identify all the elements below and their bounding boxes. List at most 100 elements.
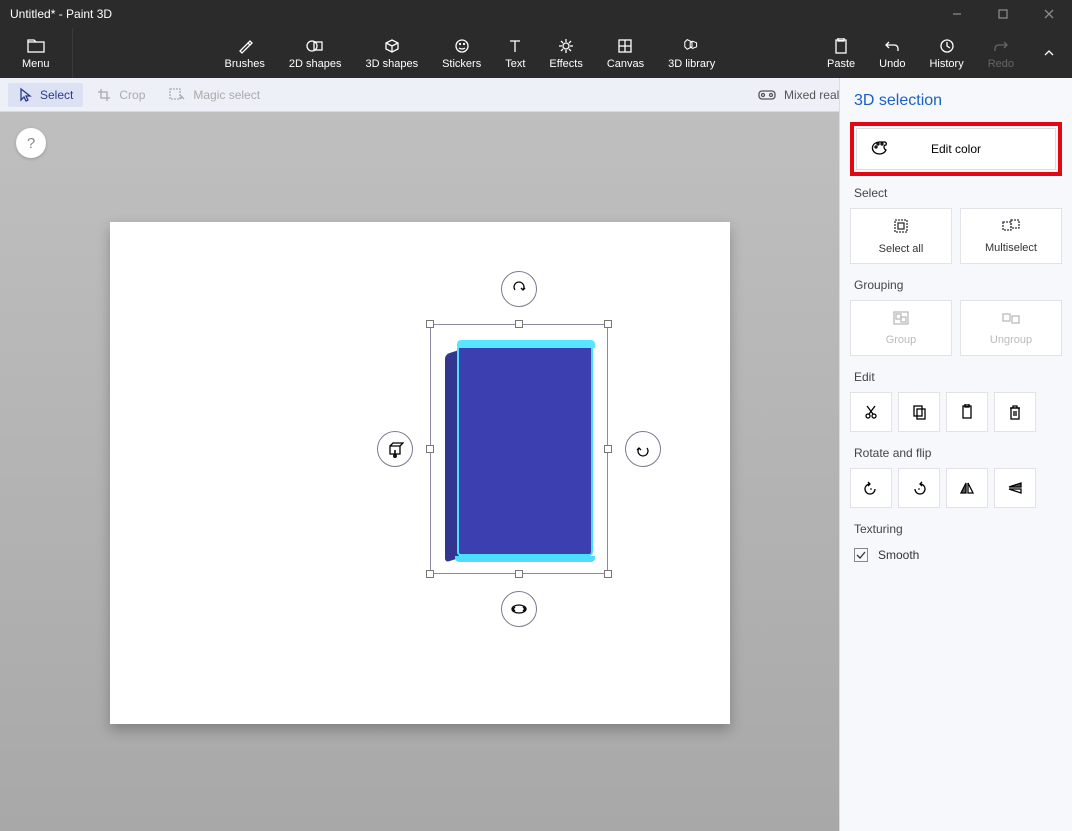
paste-button[interactable]: Paste [815,28,867,78]
copy-icon [912,404,926,420]
redo-icon [993,36,1009,56]
scrollbar[interactable] [839,108,840,528]
history-icon [939,36,955,56]
folder-icon [27,36,45,56]
resize-handle-t[interactable] [515,320,523,328]
delete-icon [1009,404,1021,420]
select-tool[interactable]: Select [8,83,83,107]
minimize-button[interactable] [934,0,980,28]
2d-shapes-tab[interactable]: 2D shapes [277,28,354,78]
multiselect-icon [1002,219,1020,236]
flip-horizontal-button[interactable] [946,468,988,508]
stickers-tab[interactable]: Stickers [430,28,493,78]
rotate-ccw-icon [863,481,879,495]
side-panel: 3D selection Edit color Select Select al… [839,78,1072,831]
chevron-up-icon [1042,46,1056,60]
cube-front-face [457,344,593,556]
multiselect-button[interactable]: Multiselect [960,208,1062,264]
rotate-y-handle[interactable] [625,431,661,467]
paste-button-panel[interactable] [946,392,988,432]
flip-h-icon [959,481,975,495]
collapse-ribbon-button[interactable] [1026,28,1072,78]
effects-tab[interactable]: Effects [537,28,594,78]
undo-button[interactable]: Undo [867,28,917,78]
cut-icon [864,404,878,420]
cursor-icon [18,87,32,103]
delete-button[interactable] [994,392,1036,432]
help-label: ? [27,135,35,152]
rotate-cw-icon [911,481,927,495]
panel-title: 3D selection [850,78,1062,120]
brushes-tab[interactable]: Brushes [213,28,277,78]
resize-handle-tr[interactable] [604,320,612,328]
crop-tool: Crop [87,84,155,106]
canvas-label: Canvas [607,58,644,70]
close-button[interactable] [1026,0,1072,28]
magic-select-icon [169,88,185,102]
3d-shapes-tab[interactable]: 3D shapes [353,28,430,78]
resize-handle-tl[interactable] [426,320,434,328]
3d-shapes-label: 3D shapes [365,58,418,70]
redo-label: Redo [988,58,1014,70]
history-button[interactable]: History [917,28,975,78]
brush-icon [237,36,253,56]
rotate-x-handle[interactable] [377,431,413,467]
2d-shapes-label: 2D shapes [289,58,342,70]
z-depth-handle[interactable] [501,591,537,627]
canvas-tab[interactable]: Canvas [595,28,656,78]
edit-color-label: Edit color [931,142,981,156]
multiselect-label: Multiselect [985,242,1037,254]
3d-library-tab[interactable]: 3D library [656,28,727,78]
resize-handle-l[interactable] [426,445,434,453]
resize-handle-bl[interactable] [426,570,434,578]
resize-handle-r[interactable] [604,445,612,453]
rotate-ccw-button[interactable] [850,468,892,508]
select-all-button[interactable]: Select all [850,208,952,264]
3d-object[interactable] [443,340,595,562]
checkbox-icon [854,548,868,562]
rotate-cw-button[interactable] [898,468,940,508]
title-bar: Untitled* - Paint 3D [0,0,1072,28]
cube-bottom-highlight [455,556,595,562]
resize-handle-b[interactable] [515,570,523,578]
rotate-section-label: Rotate and flip [854,446,1058,460]
palette-icon [871,140,889,159]
cut-button[interactable] [850,392,892,432]
window-controls [934,0,1072,28]
edit-color-button[interactable]: Edit color [856,128,1056,170]
maximize-button[interactable] [980,0,1026,28]
workspace[interactable]: ? [0,112,839,831]
text-label: Text [505,58,525,70]
group-label: Group [886,334,917,346]
select-section-label: Select [854,186,1058,200]
texturing-section-label: Texturing [854,522,1058,536]
highlight-annotation: Edit color [850,122,1062,176]
undo-icon [884,36,900,56]
group-button: Group [850,300,952,356]
flip-vertical-button[interactable] [994,468,1036,508]
library-icon [683,36,701,56]
select-all-label: Select all [879,243,924,255]
group-icon [893,311,909,328]
selection-box[interactable] [430,324,608,574]
paste-label: Paste [827,58,855,70]
menu-button[interactable]: Menu [0,28,73,78]
stickers-label: Stickers [442,58,481,70]
grouping-section-label: Grouping [854,278,1058,292]
text-tab[interactable]: Text [493,28,537,78]
smooth-label: Smooth [878,548,919,562]
magic-select-label: Magic select [193,88,260,102]
copy-button[interactable] [898,392,940,432]
help-button[interactable]: ? [16,128,46,158]
rotate-z-handle[interactable] [501,271,537,307]
canvas-icon [617,36,633,56]
stickers-icon [454,36,470,56]
history-label: History [929,58,963,70]
select-all-icon [893,218,909,237]
2d-shapes-icon [306,36,324,56]
canvas-area[interactable] [110,222,730,724]
smooth-checkbox-row[interactable]: Smooth [850,544,1062,566]
resize-handle-br[interactable] [604,570,612,578]
window-title: Untitled* - Paint 3D [10,7,112,21]
crop-label: Crop [119,88,145,102]
